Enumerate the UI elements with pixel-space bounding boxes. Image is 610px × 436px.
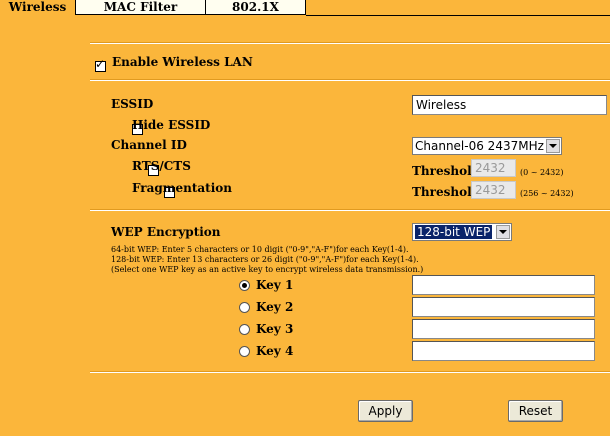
fragmentation-label: Fragmentation (132, 181, 233, 195)
frag-threshold-input[interactable]: 2432 (471, 181, 516, 199)
tab-802-1x[interactable]: 802.1X (206, 0, 306, 15)
reset-button[interactable]: Reset (508, 400, 563, 422)
tab-wireless[interactable]: Wireless (0, 0, 76, 15)
key-2-radio[interactable] (239, 302, 250, 313)
rts-range: (0 ~ 2432) (520, 168, 564, 177)
channel-value: Channel-06 2437MHz (415, 139, 544, 153)
key-3-radio[interactable] (239, 324, 250, 335)
key-4-label: Key 4 (256, 344, 294, 358)
essid-input[interactable]: Wireless (412, 95, 607, 115)
key-4-input[interactable] (412, 341, 595, 361)
frag-threshold-label: Threshold (412, 185, 481, 199)
tab-mac-filter[interactable]: MAC Filter (76, 0, 206, 15)
divider-2 (90, 210, 610, 211)
rts-threshold-label: Threshold (412, 164, 481, 178)
rts-cts-label: RTS/CTS (132, 159, 191, 173)
channel-select[interactable]: Channel-06 2437MHz (412, 137, 562, 155)
enable-wireless-label: Enable Wireless LAN (112, 55, 253, 69)
wep-select[interactable]: 128-bit WEP (412, 223, 512, 241)
channel-id-label: Channel ID (111, 138, 187, 152)
wep-value: 128-bit WEP (415, 225, 493, 239)
frag-range: (256 ~ 2432) (520, 189, 574, 198)
key-4-radio[interactable] (239, 346, 250, 357)
key-1-input[interactable] (412, 275, 595, 295)
divider-1 (90, 80, 610, 81)
rts-threshold-input[interactable]: 2432 (471, 159, 516, 177)
key-1-label: Key 1 (256, 278, 294, 292)
key-2-input[interactable] (412, 297, 595, 317)
chevron-down-icon[interactable] (496, 225, 510, 239)
key-3-input[interactable] (412, 319, 595, 339)
key-2-label: Key 2 (256, 300, 294, 314)
key-3-label: Key 3 (256, 322, 294, 336)
hide-essid-label: Hide ESSID (132, 118, 211, 132)
wep-note-select: (Select one WEP key as an active key to … (111, 265, 424, 274)
apply-button[interactable]: Apply (358, 400, 413, 422)
divider-top (90, 43, 610, 44)
wep-note-128: 128-bit WEP: Enter 13 characters or 26 d… (111, 255, 419, 264)
wep-note-64: 64-bit WEP: Enter 5 characters or 10 dig… (111, 245, 409, 254)
wep-encryption-label: WEP Encryption (111, 225, 221, 239)
chevron-down-icon[interactable] (546, 139, 560, 153)
tab-bar: Wireless MAC Filter 802.1X (0, 0, 306, 16)
tab-divider (306, 15, 610, 16)
divider-bottom (90, 372, 610, 373)
enable-wireless-checkbox[interactable] (95, 57, 106, 72)
essid-label: ESSID (111, 97, 154, 111)
key-1-radio[interactable] (239, 280, 250, 291)
